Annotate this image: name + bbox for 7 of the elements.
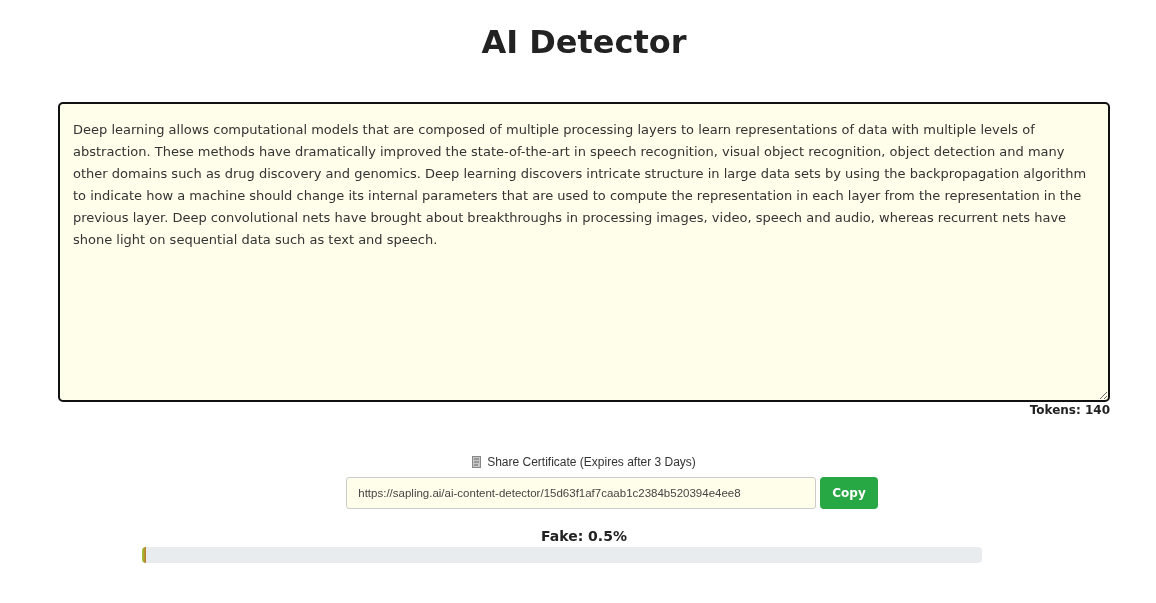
text-input[interactable]: Deep learning allows computational models that are composed of multiple processing layers to learn representations of data with multiple levels of abstraction. These methods have dramatically improved the state-of-the-art in speech recognition, visual object recognition, object detection and many other domains such as drug discovery and genomics. Deep learning discovers intricate structure in large data sets by using the backpropagation algorithm to indicate how a machine should change its internal parameters that are used to compute the representation in each layer from the representation in the previous layer. Deep convolutional nets have brought about breakthroughs in processing images, video, speech and audio, whereas recurrent nets have shone light on sequential data such as text and speech. bbox=[58, 102, 1110, 402]
share-label: Share Certificate (Expires after 3 Days) bbox=[487, 455, 696, 469]
token-count: Tokens: 140 bbox=[1029, 403, 1110, 417]
url-field[interactable]: https://sapling.ai/ai-content-detector/15d63f1af7caab1c2384b520394e4ee8 bbox=[346, 477, 817, 509]
document-icon bbox=[472, 456, 482, 468]
result-label: Fake: 0.5% bbox=[541, 528, 627, 544]
page-title: AI Detector bbox=[481, 22, 687, 62]
